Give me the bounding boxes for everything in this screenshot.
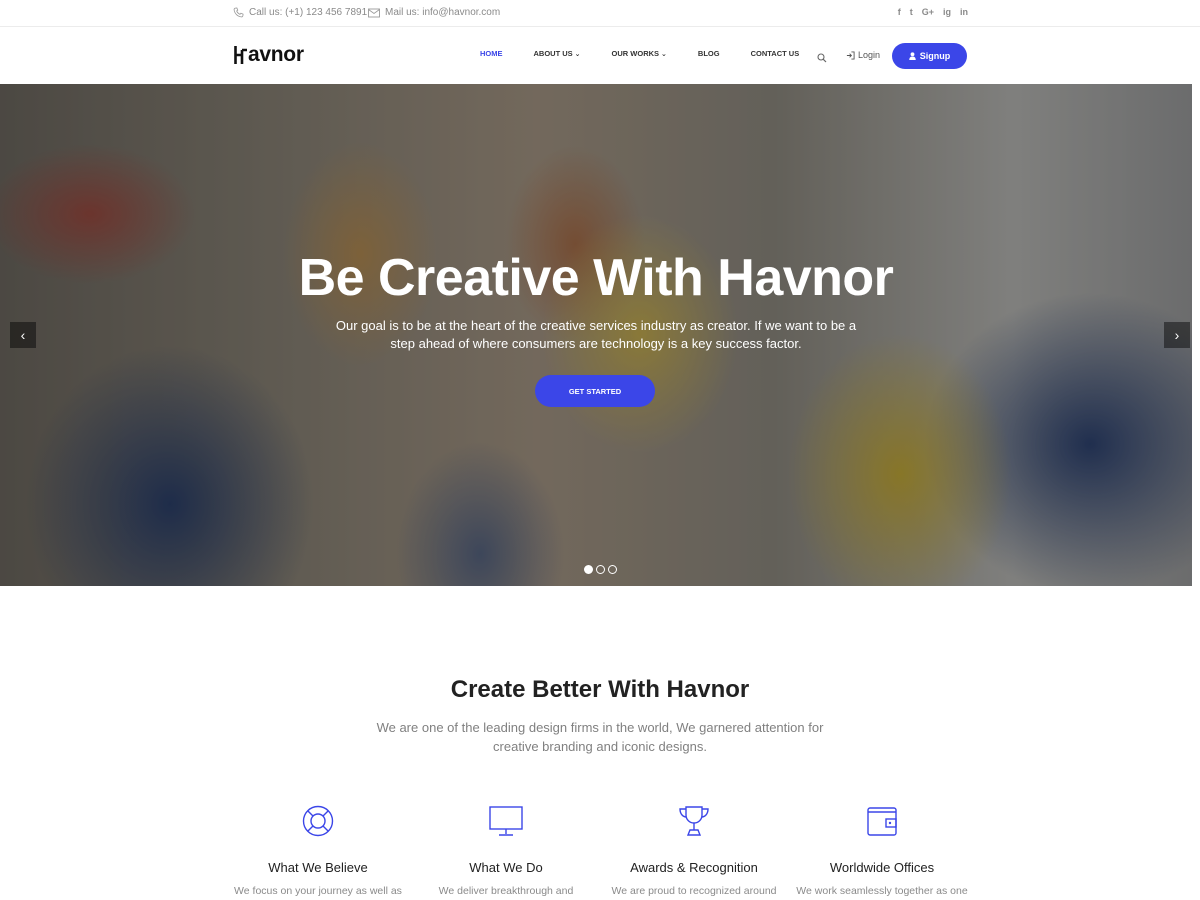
main-navbar: avnor HOME ABOUT US ⌄ OUR WORKS ⌄ BLOG CON… [0,27,1200,84]
nav-item-our-works[interactable]: OUR WORKS ⌄ [612,49,667,58]
sign-in-icon [846,50,855,60]
slider-next-button[interactable]: › [1164,322,1190,348]
logo-text: avnor [248,43,304,66]
login-label: Login [858,50,881,60]
feature-title: What We Do [469,860,543,875]
slider-dot[interactable] [608,565,617,574]
phone-contact[interactable]: Call us: (+1) 123 456 7891 [233,7,367,18]
phone-text: Call us: (+1) 123 456 7891 [249,7,368,18]
feature-text: We work seamlessly together as one [796,885,968,897]
google-plus-icon[interactable]: G+ [922,7,934,17]
nav-item-contact-us[interactable]: CONTACT US [751,49,800,58]
wallet-icon [867,807,897,836]
section-title: Create Better With Havnor [450,676,750,703]
chevron-down-icon: ⌄ [661,50,667,58]
instagram-icon[interactable]: ig [943,7,951,17]
top-bar: Call us: (+1) 123 456 7891 Mail us: info… [0,0,1200,27]
signup-label: Signup [919,51,951,61]
feature-card: What We Do We deliver breakthrough and [411,804,601,897]
social-links: f t G+ ig in [898,7,968,17]
nav-menu: HOME ABOUT US ⌄ OUR WORKS ⌄ BLOG CONTACT U… [480,49,830,58]
search-button[interactable] [817,50,827,68]
slider-prev-button[interactable]: ‹ [10,322,36,348]
feature-title: Awards & Recognition [630,860,758,875]
slider-dot[interactable] [584,565,593,574]
facebook-icon[interactable]: f [898,7,901,17]
user-icon [909,52,916,60]
trophy-icon [679,806,709,836]
chevron-left-icon: ‹ [20,327,26,343]
chevron-down-icon: ⌄ [574,50,581,58]
feature-card: What We Believe We focus on your journey… [223,804,413,897]
linkedin-icon[interactable]: in [960,7,968,17]
monitor-icon [489,806,523,836]
nav-item-blog[interactable]: BLOG [698,49,720,58]
lifebuoy-icon [302,805,334,837]
email-contact[interactable]: Mail us: info@havnor.com [368,7,500,18]
section-subtitle: We are one of the leading design firms i… [376,720,824,754]
signup-button[interactable]: Signup [892,43,967,69]
feature-text: We deliver breakthrough and [438,885,574,897]
feature-text: We focus on your journey as well as [234,885,402,897]
search-icon [817,53,827,63]
hero-slider: Be Creative With Havnor Our goal is to b… [0,84,1192,586]
email-text: Mail us: info@havnor.com [385,7,501,18]
login-link[interactable]: Login [846,50,880,60]
chevron-right-icon: › [1174,327,1180,343]
feature-card: Worldwide Offices We work seamlessly tog… [787,804,977,897]
nav-item-home[interactable]: HOME [480,49,503,58]
phone-icon [233,7,244,18]
hero-title: Be Creative With Havnor [298,249,894,307]
feature-text: We are proud to recognized around [611,885,777,897]
feature-card: Awards & Recognition We are proud to rec… [599,804,789,897]
logo-mark-icon [234,46,247,64]
slider-dot[interactable] [596,565,605,574]
site-logo[interactable]: avnor [234,43,304,67]
hero-subtitle: Our goal is to be at the heart of the cr… [335,318,857,351]
feature-title: What We Believe [268,860,368,875]
get-started-button[interactable]: GET STARTED [535,375,655,407]
twitter-icon[interactable]: t [910,7,913,17]
mail-icon [368,8,380,17]
feature-title: Worldwide Offices [829,860,935,875]
nav-item-about-us[interactable]: ABOUT US ⌄ [534,49,581,58]
slider-pagination [584,565,617,574]
